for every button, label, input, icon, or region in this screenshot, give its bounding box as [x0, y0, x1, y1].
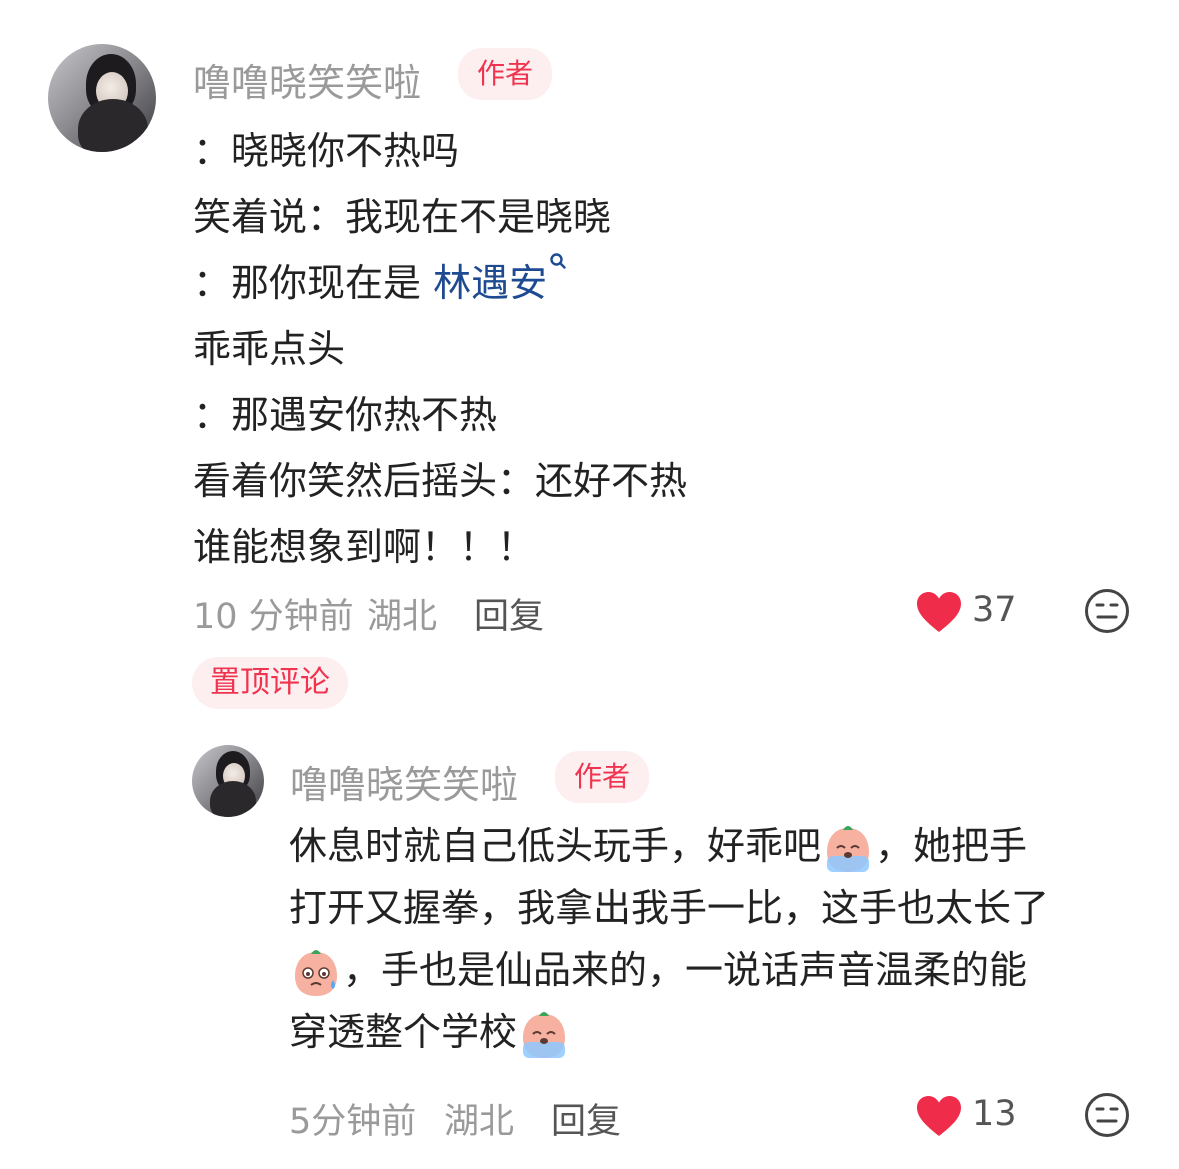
reply-text-segment: ，她把手	[875, 824, 1028, 868]
avatar[interactable]	[48, 44, 156, 152]
reply-time: 5分钟前	[289, 1102, 417, 1142]
comment-line: ：那你现在是 林遇安	[193, 252, 567, 307]
author-badge: 作者	[555, 751, 649, 803]
heart-icon[interactable]	[915, 590, 963, 634]
pinned-comment-badge: 置顶评论	[192, 657, 348, 709]
comment-line: 谁能想象到啊！！！	[193, 525, 536, 569]
search-icon	[550, 253, 566, 269]
reply-text-segment: 穿透整个学校	[289, 1010, 518, 1054]
crying-peach-emoji	[827, 825, 870, 872]
comment-line: ：那遇安你热不热	[193, 393, 498, 437]
comment-time: 10 分钟前	[193, 597, 354, 637]
like-count: 13	[972, 1094, 1017, 1134]
comment-line: ：晓晓你不热吗	[193, 129, 460, 173]
reply-author-name[interactable]: 噜噜晓笑笑啦	[290, 754, 518, 809]
comment-line: 看着你笑然后摇头：还好不热	[193, 459, 688, 503]
comment-location: 湖北	[367, 597, 438, 637]
search-link-text[interactable]: 林遇安	[433, 261, 547, 305]
crying-peach-emoji	[523, 1011, 566, 1058]
reply-text-segment: ，手也是仙品来的，一说话声音温柔的能	[343, 948, 1028, 992]
reply-location: 湖北	[444, 1102, 515, 1142]
comment-line: 乖乖点头	[193, 327, 346, 371]
author-badge: 作者	[458, 48, 552, 100]
avatar[interactable]	[192, 745, 264, 817]
comment-line: 笑着说：我现在不是晓晓	[193, 195, 612, 239]
comment-line-text: ：那你现在是	[193, 261, 434, 305]
reply-line: 休息时就自己低头玩手，好乖吧 ，她把手	[289, 815, 1119, 877]
heart-icon[interactable]	[915, 1094, 963, 1138]
reply-button[interactable]: 回复	[474, 588, 544, 639]
reply-line: ，手也是仙品来的，一说话声音温柔的能	[289, 939, 1119, 1001]
sweat-peach-emoji	[295, 949, 337, 996]
meh-face-icon[interactable]	[1084, 588, 1130, 634]
reply-text-segment: 打开又握拳，我拿出我手一比，这手也太长了	[289, 886, 1050, 930]
comment-author-name[interactable]: 噜噜晓笑笑啦	[193, 52, 421, 107]
reply-line: 打开又握拳，我拿出我手一比，这手也太长了	[289, 877, 1119, 939]
reply-button[interactable]: 回复	[551, 1093, 621, 1144]
reply-line: 穿透整个学校	[289, 1001, 1119, 1063]
reply-text-segment: 休息时就自己低头玩手，好乖吧	[289, 824, 822, 868]
meh-face-icon[interactable]	[1084, 1092, 1130, 1138]
like-count: 37	[972, 590, 1017, 630]
reply-body: 休息时就自己低头玩手，好乖吧 ，她把手 打开又握拳，我拿出我手一比，这手也太长了…	[289, 815, 1119, 1063]
search-link[interactable]: 林遇安	[433, 253, 567, 305]
